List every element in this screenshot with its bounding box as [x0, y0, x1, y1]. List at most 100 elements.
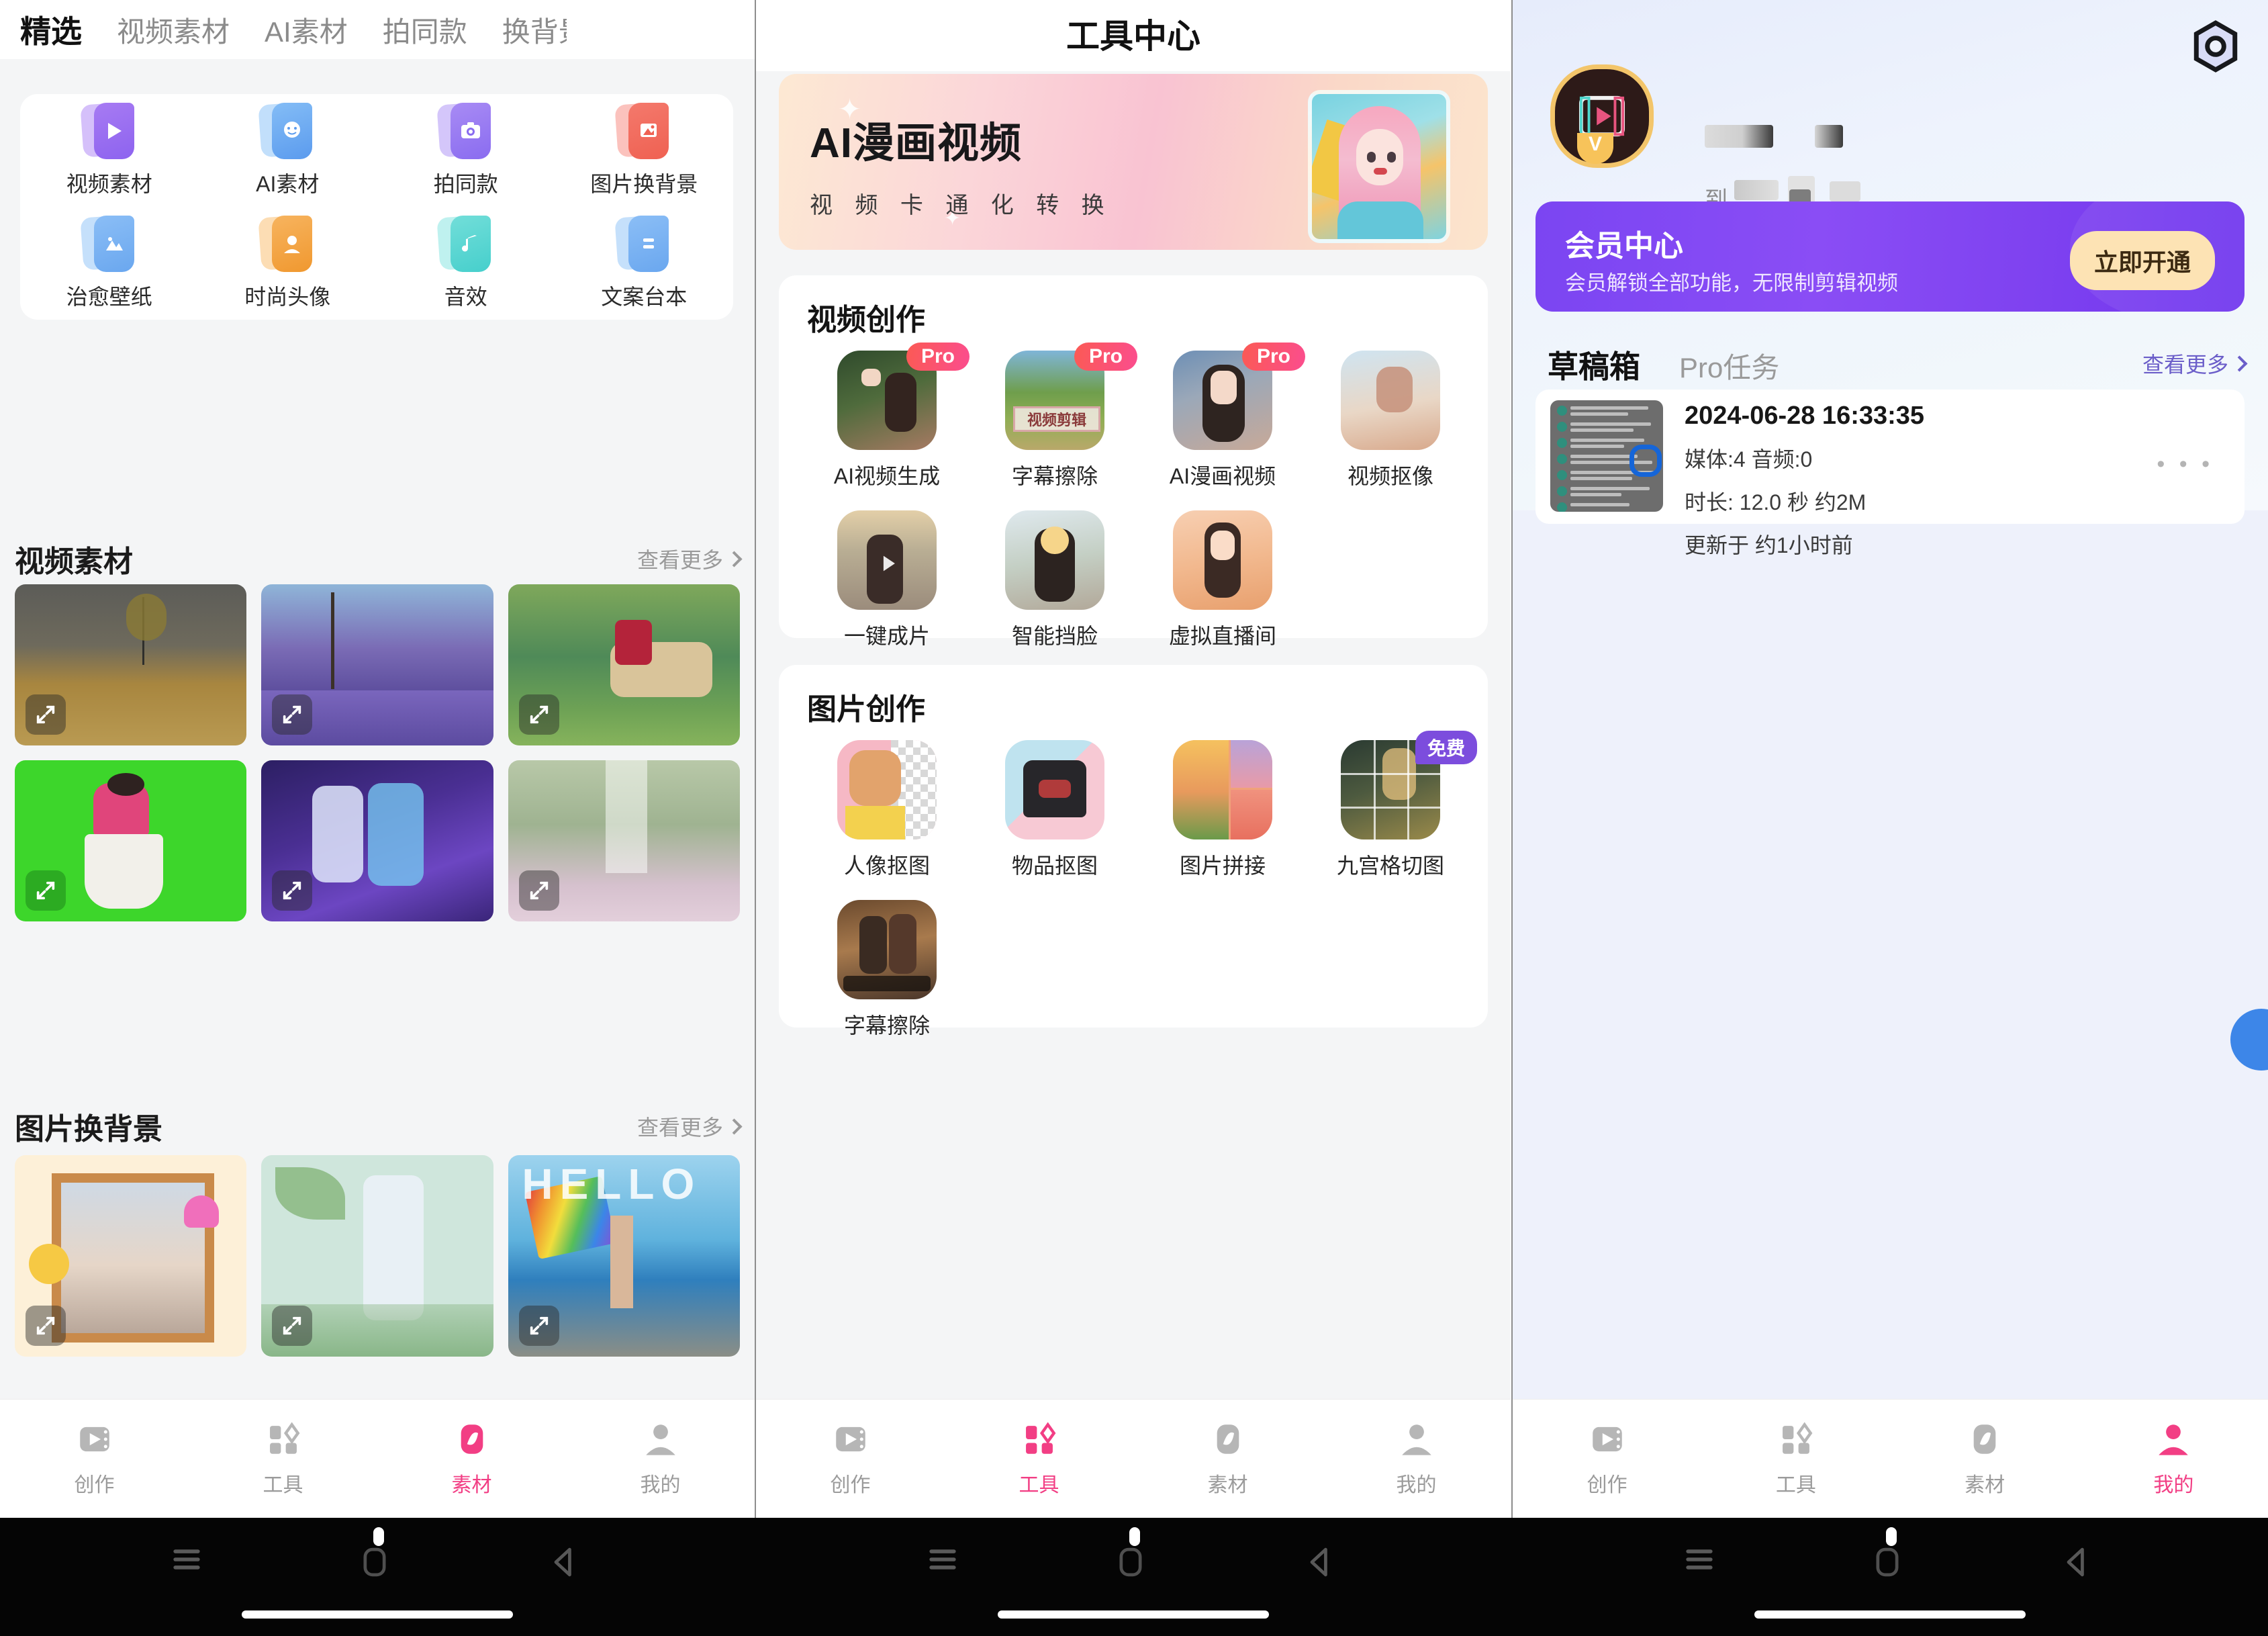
menu-icon[interactable] — [929, 1547, 956, 1575]
bottom-nav-panel3[interactable]: 创作 工具 素材 我的 — [1513, 1399, 2268, 1518]
membership-card[interactable]: 会员中心 会员解锁全部功能，无限制剪辑视频 立即开通 — [1535, 201, 2245, 312]
bottom-nav-item-material[interactable]: 素材 — [1133, 1400, 1322, 1518]
tab-change-background[interactable]: 换背景 — [502, 9, 567, 50]
home-icon[interactable] — [1119, 1547, 1143, 1580]
android-system-navbar[interactable] — [0, 1518, 2268, 1636]
expand-icon[interactable] — [272, 694, 313, 735]
draft-menu-button[interactable]: • • • — [2157, 451, 2214, 478]
film-play-icon — [75, 1420, 114, 1459]
profile-tabs[interactable]: 草稿箱 Pro任务 — [1548, 343, 1779, 387]
expand-icon[interactable] — [272, 870, 313, 911]
tab-same-shot[interactable]: 拍同款 — [383, 9, 467, 50]
tab-ai-material[interactable]: AI素材 — [265, 9, 348, 50]
tool-virtual-live-room[interactable]: 虚拟直播间 — [1139, 510, 1307, 650]
quick-entry-avatar[interactable]: 时尚头像 — [199, 207, 377, 320]
thumb-autumn-field[interactable] — [15, 584, 247, 745]
quick-entry-label: 视频素材 — [66, 172, 152, 196]
quick-entry-video-material[interactable]: 视频素材 — [20, 94, 199, 207]
back-icon[interactable] — [552, 1547, 575, 1580]
expand-icon[interactable] — [518, 1306, 559, 1346]
quick-entry-script[interactable]: 文案台本 — [555, 207, 734, 320]
blue-circle-fab[interactable] — [2230, 1009, 2268, 1071]
tab-pro-tasks[interactable]: Pro任务 — [1679, 345, 1779, 386]
thumb-may-hello-template[interactable] — [261, 1155, 493, 1357]
expand-icon[interactable] — [26, 694, 66, 735]
landscape-icon — [80, 216, 137, 273]
bottom-nav-item-material[interactable]: 素材 — [1891, 1400, 2079, 1518]
expand-icon[interactable] — [272, 1306, 313, 1346]
quick-entry-change-background[interactable]: 图片换背景 — [555, 94, 734, 207]
section-header-video-material: 视频素材 查看更多 — [15, 537, 743, 580]
tool-subtitle-erase-2[interactable]: 字幕擦除 — [803, 900, 971, 1040]
quick-entry-ai-material[interactable]: AI素材 — [199, 94, 377, 207]
video-material-grid — [15, 584, 740, 921]
quick-entry-wallpaper[interactable]: 治愈壁纸 — [20, 207, 199, 320]
grid-tools-icon — [1777, 1420, 1815, 1459]
see-more-video-material[interactable]: 查看更多 — [637, 543, 743, 574]
thumb-purple-blossom-street[interactable] — [261, 584, 493, 745]
bottom-nav-item-mine[interactable]: 我的 — [1322, 1400, 1511, 1518]
bottom-nav-item-create[interactable]: 创作 — [0, 1400, 189, 1518]
bottom-nav-item-tools[interactable]: 工具 — [945, 1400, 1133, 1518]
ai-comic-video-banner[interactable]: ✦ ✦ ✦ AI漫画视频 视 频 卡 通 化 转 换 — [779, 74, 1488, 250]
bottom-nav-panel1[interactable]: 创作 工具 素材 我的 — [0, 1399, 755, 1518]
bottom-nav-item-mine[interactable]: 我的 — [2079, 1400, 2268, 1518]
tool-video-matting[interactable]: 视频抠像 — [1307, 351, 1474, 490]
tool-label: 物品抠图 — [1011, 854, 1098, 878]
subscribe-button[interactable]: 立即开通 — [2069, 231, 2215, 290]
bottom-nav-item-material[interactable]: 素材 — [377, 1400, 566, 1518]
back-icon[interactable] — [2065, 1547, 2087, 1580]
expand-icon[interactable] — [518, 870, 559, 911]
see-more-drafts[interactable]: 查看更多 — [2142, 348, 2248, 379]
expand-icon[interactable] — [26, 1306, 66, 1346]
expand-icon[interactable] — [518, 694, 559, 735]
category-tabbar[interactable]: 精选 视频素材 AI素材 拍同款 换背景 — [0, 0, 755, 59]
back-icon[interactable] — [1308, 1547, 1331, 1580]
quick-entry-label: AI素材 — [256, 172, 320, 196]
hex-gear-icon[interactable] — [2191, 20, 2240, 73]
nickname-masked — [1705, 125, 1773, 148]
tab-draft-box[interactable]: 草稿箱 — [1548, 343, 1640, 387]
thumb-green-screen-dancer[interactable] — [15, 760, 247, 921]
thumb-seaside-rainbow-template[interactable]: HELLO — [508, 1155, 740, 1357]
quick-entry-label: 拍同款 — [433, 172, 498, 196]
tool-subtitle-erase[interactable]: 视频剪辑 Pro 字幕擦除 — [971, 343, 1139, 490]
bottom-nav-label: 工具 — [1775, 1474, 1816, 1496]
expand-icon[interactable] — [26, 870, 66, 911]
bottom-nav-panel2[interactable]: 创作 工具 素材 我的 — [756, 1399, 1511, 1518]
quick-entry-same-shot[interactable]: 拍同款 — [377, 94, 555, 207]
tool-portrait-cutout[interactable]: 人像抠图 — [803, 740, 971, 880]
tool-image-stitch[interactable]: 图片拼接 — [1139, 740, 1307, 880]
bottom-nav-item-create[interactable]: 创作 — [756, 1400, 945, 1518]
tool-nine-grid-cut[interactable]: 免费 九宫格切图 — [1307, 731, 1477, 880]
bottom-nav-item-create[interactable]: 创作 — [1513, 1400, 1701, 1518]
menu-icon[interactable] — [173, 1547, 200, 1575]
tool-object-cutout[interactable]: 物品抠图 — [971, 740, 1139, 880]
thumb-framed-portrait-template[interactable] — [15, 1155, 247, 1357]
tab-jingxuan[interactable]: 精选 — [20, 7, 82, 52]
tab-video-material[interactable]: 视频素材 — [117, 9, 230, 50]
home-icon[interactable] — [363, 1547, 387, 1580]
thumb-petal-path[interactable] — [508, 760, 740, 921]
thumb-anime-couple[interactable] — [261, 760, 493, 921]
bottom-nav-item-tools[interactable]: 工具 — [1701, 1400, 1890, 1518]
thumb-horse-rider[interactable] — [508, 584, 740, 745]
tool-ai-comic-video[interactable]: Pro AI漫画视频 — [1139, 343, 1307, 490]
bottom-nav-item-tools[interactable]: 工具 — [189, 1400, 377, 1518]
tool-thumbnail — [1005, 740, 1104, 839]
bottom-nav-label: 我的 — [2153, 1474, 2194, 1496]
person-icon — [258, 216, 315, 273]
user-icon — [641, 1420, 680, 1459]
home-icon[interactable] — [1875, 1547, 1899, 1580]
tool-ai-video-generate[interactable]: Pro AI视频生成 — [803, 343, 971, 490]
draft-item-card[interactable]: 2024-06-28 16:33:35 媒体:4 音频:0 时长: 12.0 秒… — [1535, 390, 2245, 557]
bottom-nav-item-mine[interactable]: 我的 — [566, 1400, 755, 1518]
quick-entry-sound[interactable]: 音效 — [377, 207, 555, 320]
leaf-icon — [1209, 1420, 1247, 1459]
menu-icon[interactable] — [1686, 1547, 1713, 1575]
tool-thumbnail — [1173, 510, 1272, 610]
see-more-change-background[interactable]: 查看更多 — [637, 1111, 743, 1142]
tool-one-click-video[interactable]: 一键成片 — [803, 510, 971, 650]
chevron-right-icon — [726, 550, 743, 567]
tool-smart-face-cover[interactable]: 智能挡脸 — [971, 510, 1139, 650]
